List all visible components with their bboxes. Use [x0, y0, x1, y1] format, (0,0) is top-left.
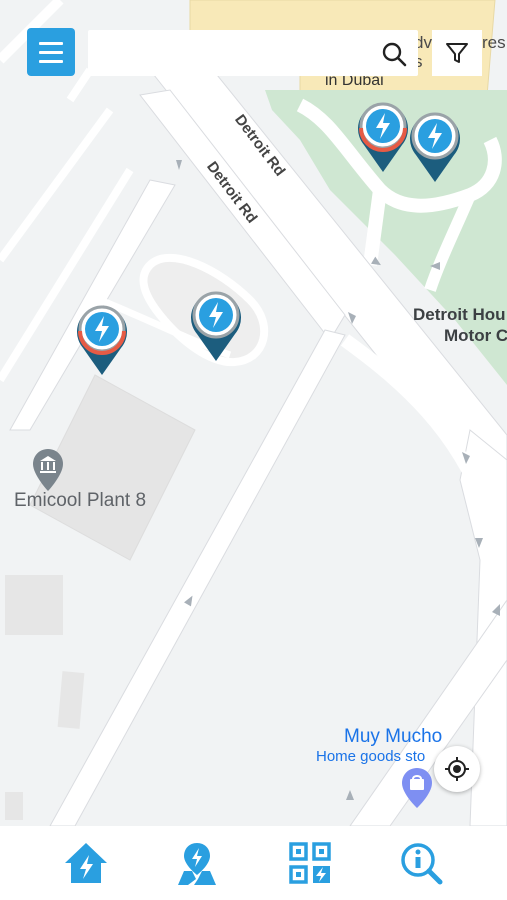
search-bar: [88, 30, 418, 76]
menu-icon: [39, 41, 63, 45]
charging-station-marker-icon[interactable]: [189, 289, 243, 363]
map-view[interactable]: Detroit Rd Detroit Rd dv s res in Dubai …: [0, 0, 507, 826]
home-charging-icon: [65, 843, 107, 883]
charging-station-marker-icon[interactable]: [75, 303, 129, 377]
charging-station-marker-icon[interactable]: [356, 100, 410, 174]
poi-muy-mucho-subtitle: Home goods sto: [316, 748, 426, 765]
filter-button[interactable]: [432, 30, 482, 76]
nav-scan-button[interactable]: [285, 838, 335, 888]
poi-partial-top-3: res: [482, 33, 506, 52]
nav-info-button[interactable]: [396, 838, 446, 888]
map-charging-icon: [178, 843, 216, 885]
bottom-navigation: [0, 826, 507, 900]
poi-detroit-house-line1: Detroit Hou: [413, 305, 506, 324]
my-location-button[interactable]: [434, 746, 480, 792]
poi-muy-mucho: Muy Mucho: [344, 726, 443, 747]
poi-detroit-house-line2: Motor C: [444, 326, 507, 345]
app-screen: Detroit Rd Detroit Rd dv s res in Dubai …: [0, 0, 507, 900]
nav-home-button[interactable]: [61, 838, 111, 888]
menu-button[interactable]: [27, 28, 75, 76]
search-icon[interactable]: [380, 40, 408, 68]
charging-station-marker-icon[interactable]: [408, 110, 462, 184]
search-input[interactable]: [98, 38, 372, 70]
shopping-pin-icon[interactable]: [400, 766, 434, 810]
filter-icon: [446, 43, 468, 63]
nav-map-button[interactable]: [172, 838, 222, 888]
my-location-icon: [445, 757, 469, 781]
poi-emicool-plant-8: Emicool Plant 8: [14, 490, 147, 511]
museum-pin-icon[interactable]: [30, 447, 66, 493]
info-search-icon: [401, 843, 443, 885]
qr-scan-icon: [289, 842, 331, 884]
